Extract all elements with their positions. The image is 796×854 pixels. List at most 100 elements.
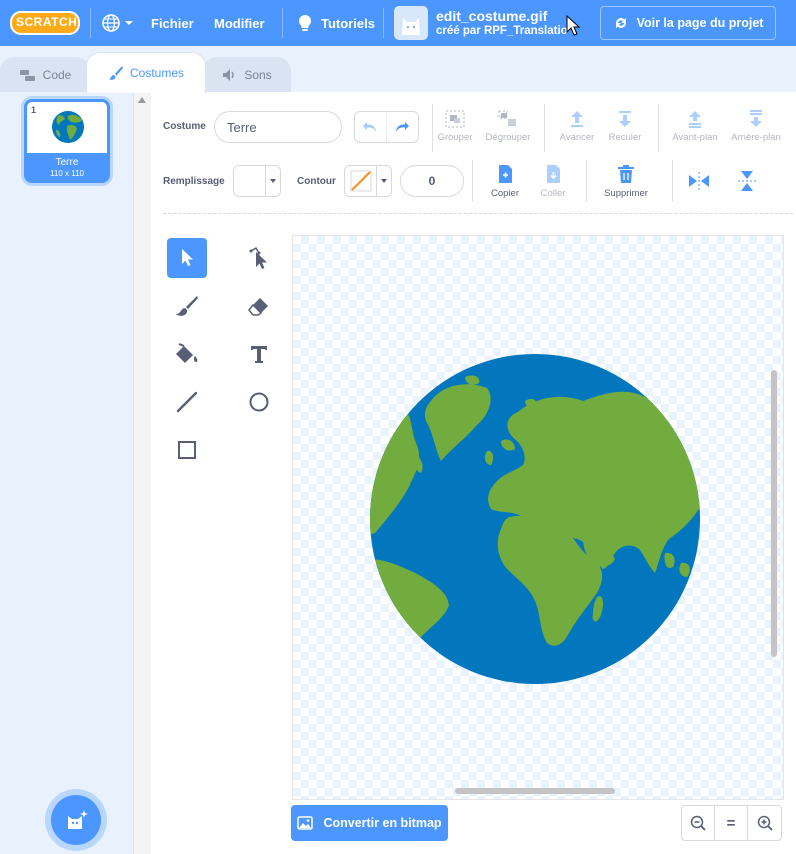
convert-label: Convertir en bitmap — [323, 816, 442, 830]
circle-icon — [249, 392, 269, 412]
fill-color-picker[interactable] — [233, 165, 281, 197]
back-label: Arrière-plan — [731, 132, 781, 143]
tab-sounds-label: Sons — [244, 68, 272, 82]
costume-name: Terre — [55, 157, 79, 168]
file-menu[interactable]: Fichier — [151, 0, 194, 46]
front-button[interactable]: Avant-plan — [667, 110, 723, 143]
line-tool[interactable] — [167, 382, 207, 422]
backward-icon — [619, 111, 631, 127]
caret-down-icon — [381, 179, 387, 183]
convert-to-bitmap-button[interactable]: Convertir en bitmap — [291, 805, 448, 841]
costume-name-input[interactable] — [214, 111, 342, 143]
line-icon — [176, 391, 198, 413]
tab-costumes-label: Costumes — [129, 66, 185, 80]
arrow-select-icon — [182, 249, 193, 266]
group-label: Grouper — [437, 132, 473, 143]
scratch-logo[interactable]: SCRATCH — [10, 0, 80, 46]
costume-tile[interactable]: 1 Terre 110 x 110 — [24, 99, 110, 183]
canvas-horizontal-scrollbar[interactable] — [455, 788, 615, 794]
reshape-tool[interactable] — [239, 238, 279, 278]
edit-menu[interactable]: Modifier — [214, 0, 265, 46]
costume-name-label: Costume — [163, 121, 206, 132]
zoom-in-button[interactable] — [748, 806, 781, 840]
fill-label: Remplissage — [163, 176, 225, 187]
undo-button[interactable] — [355, 112, 387, 142]
language-menu[interactable] — [101, 0, 134, 46]
see-project-page-button[interactable]: Voir la page du projet — [600, 6, 776, 40]
globe-icon — [102, 14, 120, 32]
bulb-icon — [298, 14, 312, 31]
chevron-down-icon — [125, 21, 133, 25]
outline-color-picker[interactable] — [344, 165, 392, 197]
paintbrush-icon — [176, 296, 198, 316]
tab-code[interactable]: Code — [0, 57, 90, 92]
backward-button[interactable]: Reculer — [597, 110, 653, 143]
brush-icon — [108, 66, 123, 80]
logo-text: SCRATCH — [16, 15, 78, 29]
canvas-vertical-scrollbar[interactable] — [771, 370, 777, 657]
costume-selector: 1 Terre 110 x 110 — [0, 92, 151, 854]
project-title[interactable]: edit_costume.gif — [436, 8, 547, 24]
toolbar-divider — [163, 213, 793, 214]
zoom-in-icon — [757, 815, 773, 831]
flip-vertical-icon — [738, 171, 756, 191]
tab-costumes[interactable]: Costumes — [86, 52, 206, 93]
choose-costume-button[interactable] — [51, 795, 101, 845]
costume-number: 1 — [31, 105, 37, 115]
menu-bar: SCRATCH Fichier Modifier Tutoriels edit_… — [0, 0, 796, 46]
tab-sounds[interactable]: Sons — [203, 57, 291, 92]
bring-front-icon — [689, 111, 701, 128]
tab-bar: Code Costumes Sons — [0, 46, 796, 93]
forward-label: Avancer — [559, 132, 595, 143]
earth-thumbnail — [52, 111, 84, 143]
paste-button[interactable]: Coller — [525, 164, 581, 199]
mouse-cursor-icon — [566, 15, 580, 36]
tutorials-button[interactable]: Tutoriels — [296, 0, 375, 46]
zoom-out-button[interactable] — [682, 806, 715, 840]
delete-label: Supprimer — [604, 188, 648, 199]
brush-tool[interactable] — [167, 286, 207, 326]
scroll-up-arrow-icon — [138, 97, 146, 103]
undo-redo-group — [354, 111, 419, 143]
send-back-icon — [750, 110, 762, 127]
paint-editor: Costume Grouper Dégrouper Avancer Recule… — [151, 92, 796, 854]
costume-list-scrollbar[interactable] — [133, 92, 151, 854]
zoom-controls: = — [681, 805, 782, 841]
front-label: Avant-plan — [672, 132, 718, 143]
eraser-icon — [248, 298, 268, 316]
project-thumbnail — [394, 0, 428, 46]
backward-label: Reculer — [608, 132, 642, 143]
select-tool[interactable] — [167, 238, 207, 278]
forward-icon — [571, 111, 583, 127]
see-project-icon — [615, 18, 626, 28]
trash-icon — [618, 165, 634, 183]
flip-horizontal-button[interactable] — [685, 170, 713, 192]
undo-icon — [363, 122, 377, 132]
flip-vertical-button[interactable] — [733, 170, 761, 192]
reshape-icon — [249, 246, 267, 269]
code-icon — [19, 70, 35, 81]
earth-costume[interactable] — [369, 353, 701, 685]
back-button[interactable]: Arrière-plan — [728, 110, 784, 143]
speaker-icon — [223, 69, 235, 81]
zoom-reset-button[interactable]: = — [715, 806, 748, 840]
ungroup-button[interactable]: Dégrouper — [480, 110, 536, 143]
caret-down-icon — [270, 179, 276, 183]
copy-icon — [499, 165, 512, 183]
text-tool[interactable] — [239, 334, 279, 374]
copy-label: Copier — [491, 188, 519, 199]
fill-swatch — [234, 166, 266, 196]
eraser-tool[interactable] — [239, 286, 279, 326]
drawing-canvas[interactable] — [292, 235, 784, 800]
circle-tool[interactable] — [239, 382, 279, 422]
fill-tool[interactable] — [167, 334, 207, 374]
ungroup-label: Dégrouper — [485, 132, 531, 143]
delete-button[interactable]: Supprimer — [598, 164, 654, 199]
group-button[interactable]: Grouper — [427, 110, 483, 143]
redo-button[interactable] — [387, 112, 418, 142]
flip-horizontal-icon — [689, 172, 709, 190]
costume-size: 110 x 110 — [50, 169, 84, 178]
outline-width-input[interactable] — [400, 165, 464, 197]
group-icon — [445, 110, 465, 128]
rectangle-tool[interactable] — [167, 430, 207, 470]
